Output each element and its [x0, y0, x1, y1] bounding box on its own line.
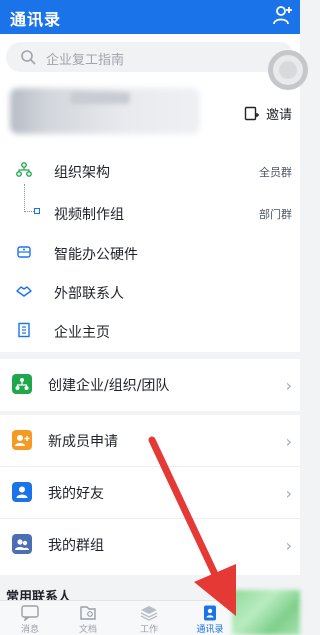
tab-messages[interactable]: 消息	[0, 605, 60, 635]
my-groups-item[interactable]: 我的群组 ›	[0, 519, 300, 571]
blurred-org-detail	[70, 92, 130, 104]
org-row-label: 组织架构	[54, 165, 110, 181]
new-member-label: 新成员申请	[48, 434, 118, 450]
hardware-icon	[17, 246, 31, 258]
create-organization-item[interactable]: 创建企业/组织/团队 ›	[0, 359, 300, 411]
create-org-label: 创建企业/组织/团队	[48, 378, 170, 394]
department-row[interactable]: 视频制作组 部门群	[0, 194, 300, 232]
tab-label: 通讯录	[196, 625, 224, 635]
tab-documents[interactable]: 文档	[58, 605, 118, 635]
department-label: 视频制作组	[54, 207, 124, 223]
contacts-group: 新成员申请 › 我的好友 › 我的群组 ›	[0, 415, 300, 575]
floating-assist-button[interactable]	[268, 50, 308, 90]
chevron-right-icon: ›	[285, 536, 292, 555]
all-staff-group-tag[interactable]: 全员群	[259, 164, 292, 180]
contacts-icon	[204, 605, 216, 621]
external-contacts-label: 外部联系人	[54, 286, 124, 302]
tab-workbench[interactable]: 工作	[119, 605, 179, 635]
page-title: 通讯录	[10, 10, 62, 29]
org-structure-row[interactable]: 组织架构 全员群	[0, 152, 300, 190]
tab-label: 文档	[78, 625, 97, 635]
new-member-icon	[12, 430, 32, 450]
smart-hardware-label: 智能办公硬件	[54, 247, 138, 263]
chevron-right-icon: ›	[285, 376, 292, 395]
external-contacts-row[interactable]: 外部联系人	[0, 273, 300, 311]
group-chat-icon	[12, 534, 32, 554]
department-group-tag[interactable]: 部门群	[259, 206, 292, 222]
company-homepage-row[interactable]: 企业主页	[0, 312, 300, 350]
search-area: 企业复工指南	[0, 34, 300, 80]
search-icon	[21, 50, 36, 65]
search-placeholder: 企业复工指南	[46, 53, 125, 68]
organization-card: 邀请 组织架构 全员群 视频制作组 部门群 智能办公硬件 外部联系人 企业主页	[0, 80, 300, 352]
building-icon	[18, 322, 30, 338]
add-contact-icon[interactable]	[272, 4, 294, 26]
message-icon	[21, 605, 39, 621]
create-org-group: 创建企业/组织/团队 ›	[0, 359, 300, 411]
my-friends-label: 我的好友	[48, 486, 104, 502]
search-input[interactable]: 企业复工指南	[6, 42, 294, 72]
create-org-icon	[12, 374, 32, 394]
invite-icon	[244, 106, 259, 121]
tab-label: 消息	[20, 625, 39, 635]
workbench-icon	[140, 606, 158, 621]
friend-icon	[12, 482, 32, 502]
top-header: 通讯录	[0, 0, 300, 34]
new-member-requests-item[interactable]: 新成员申请 ›	[0, 415, 300, 467]
tab-contacts[interactable]: 通讯录	[180, 605, 240, 635]
blurred-tab-area	[232, 590, 300, 635]
company-homepage-label: 企业主页	[54, 325, 110, 341]
chevron-right-icon: ›	[285, 432, 292, 451]
document-icon	[80, 606, 96, 620]
tab-label: 工作	[139, 625, 158, 635]
smart-hardware-row[interactable]: 智能办公硬件	[0, 234, 300, 272]
org-header[interactable]: 邀请	[0, 80, 300, 142]
chevron-right-icon: ›	[285, 484, 292, 503]
my-friends-item[interactable]: 我的好友 ›	[0, 467, 300, 519]
org-chart-icon	[16, 162, 32, 177]
invite-button[interactable]: 邀请	[244, 104, 292, 123]
my-groups-label: 我的群组	[48, 538, 104, 554]
handshake-icon	[16, 286, 32, 297]
invite-label: 邀请	[265, 108, 292, 123]
